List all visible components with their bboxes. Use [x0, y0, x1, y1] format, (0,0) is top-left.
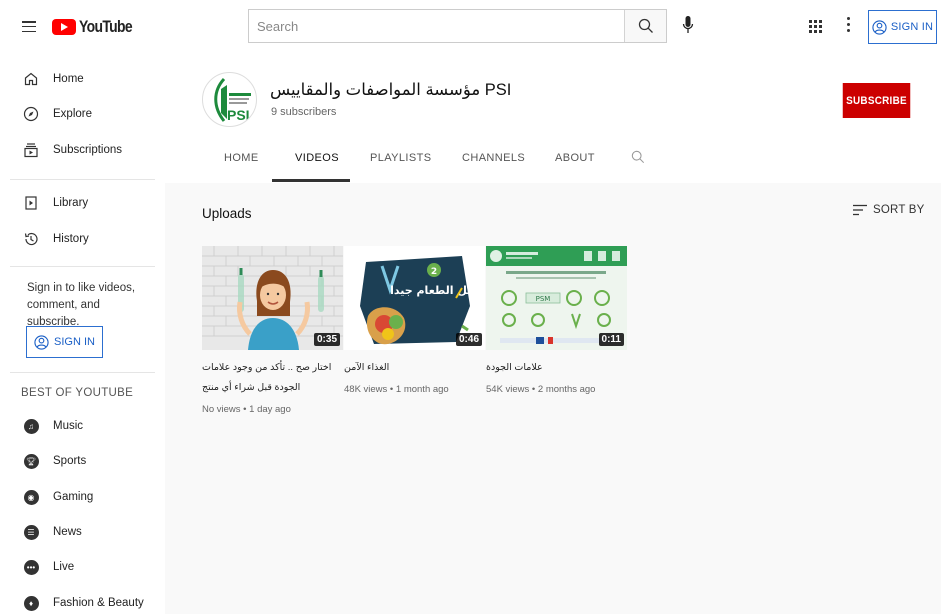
sidebar-divider [10, 179, 155, 180]
sidebar-item-label: Home [53, 73, 84, 85]
logo-text: YouTube [79, 17, 133, 36]
microphone-icon[interactable] [678, 15, 698, 37]
search-icon [638, 18, 653, 33]
sidebar-item-label: Explore [53, 108, 92, 120]
sidebar-item-label: News [53, 526, 82, 538]
avatar-text: PSI [227, 107, 250, 123]
channel-name: مؤسسة المواصفات والمقاييس PSI [270, 81, 512, 99]
fashion-icon: ♦ [23, 595, 39, 611]
sign-in-prompt: Sign in to like videos, comment, and sub… [27, 282, 136, 328]
sidebar-item-fashion-beauty[interactable]: ♦ Fashion & Beauty [0, 588, 165, 614]
active-tab-indicator [272, 179, 350, 182]
sidebar-item-sports[interactable]: 🏆︎ Sports [0, 446, 165, 476]
history-icon [22, 230, 40, 248]
video-title[interactable]: الغذاء الآمن [344, 358, 485, 378]
sidebar: Home Explore Subscriptions Library Histo… [0, 54, 165, 614]
video-duration: 0:35 [313, 333, 340, 346]
subscriber-count: 9 subscribers [271, 106, 337, 118]
sidebar-divider [10, 266, 155, 267]
subscribe-button[interactable]: SUBSCRIBE [842, 83, 911, 118]
more-options-icon[interactable] [845, 17, 851, 35]
thumbnail-text: PSM [536, 295, 551, 303]
tab-channels[interactable]: CHANNELS [462, 152, 525, 164]
video-title[interactable]: علامات الجودة [486, 358, 627, 378]
sports-icon: 🏆︎ [23, 453, 39, 469]
youtube-play-icon [52, 19, 76, 35]
sign-in-label: SIGN IN [54, 336, 95, 348]
sign-in-label: SIGN IN [890, 21, 934, 33]
sidebar-item-library[interactable]: Library [0, 188, 165, 218]
sidebar-item-label: Gaming [53, 491, 94, 503]
sidebar-item-label: Music [53, 420, 84, 432]
tab-home[interactable]: HOME [224, 152, 259, 164]
video-thumbnail[interactable]: 2 غسل الطعام جيدا 0:46 [344, 246, 485, 350]
sidebar-item-label: Subscriptions [53, 144, 123, 156]
library-icon [22, 194, 40, 212]
search-button[interactable] [624, 10, 666, 42]
sidebar-item-home[interactable]: Home [0, 64, 165, 94]
sidebar-item-label: Fashion & Beauty [53, 597, 144, 609]
music-icon: ♫ [23, 418, 39, 434]
compass-icon [22, 105, 40, 123]
sort-by-label: SORT BY [873, 204, 925, 216]
sidebar-item-history[interactable]: History [0, 224, 165, 254]
channel-header: PSI مؤسسة المواصفات والمقاييس PSI 9 subs… [165, 54, 941, 183]
youtube-logo[interactable]: YouTube [52, 17, 144, 37]
video-meta: 54K views • 2 months ago [486, 384, 596, 395]
sidebar-item-music[interactable]: ♫ Music [0, 411, 165, 441]
search-bar [248, 9, 667, 43]
sidebar-item-gaming[interactable]: ◉ Gaming [0, 482, 165, 512]
video-meta: 48K views • 1 month ago [344, 384, 449, 395]
sort-by-button[interactable]: SORT BY [853, 204, 924, 216]
sidebar-item-subscriptions[interactable]: Subscriptions [0, 135, 165, 165]
sidebar-item-live[interactable]: ••• Live [0, 552, 165, 582]
channel-search-icon[interactable] [631, 150, 645, 169]
sidebar-sign-in-button[interactable]: SIGN IN [26, 326, 103, 358]
video-duration: 0:46 [455, 333, 482, 346]
video-thumbnail[interactable]: PSM 0:11 [486, 246, 627, 350]
video-card[interactable]: 0:35 اختار صح .. تأكد من وجود علامات الج… [202, 246, 343, 415]
account-icon [872, 19, 887, 35]
best-of-youtube-heading: BEST OF YOUTUBE [21, 387, 134, 399]
channel-avatar[interactable]: PSI [202, 72, 257, 127]
live-icon: ••• [23, 559, 39, 575]
video-card[interactable]: 2 غسل الطعام جيدا 0:46 الغذاء الآمن 48K … [344, 246, 485, 395]
sidebar-item-explore[interactable]: Explore [0, 99, 165, 129]
thumbnail-text: غسل الطعام جيدا [390, 284, 485, 297]
sidebar-item-label: History [53, 233, 89, 245]
uploads-heading: Uploads [202, 206, 252, 221]
svg-text:2: 2 [431, 267, 437, 277]
sidebar-item-news[interactable]: ☰ News [0, 517, 165, 547]
subscriptions-icon [22, 141, 40, 159]
sidebar-item-label: Library [53, 197, 89, 209]
home-icon [22, 70, 40, 88]
tab-about[interactable]: ABOUT [555, 152, 595, 164]
video-card[interactable]: PSM 0:11 علامات الجودة 54K views • 2 mon… [486, 246, 627, 395]
sidebar-divider [10, 372, 155, 373]
search-input[interactable] [249, 10, 624, 42]
apps-grid-icon[interactable] [809, 20, 823, 34]
sidebar-item-label: Sports [53, 455, 87, 467]
video-meta: No views • 1 day ago [202, 404, 291, 415]
sign-in-button[interactable]: SIGN IN [868, 10, 937, 44]
sort-icon [853, 204, 867, 216]
top-bar: YouTube SIGN IN [0, 0, 941, 54]
gaming-icon: ◉ [23, 489, 39, 505]
video-duration: 0:11 [598, 333, 624, 346]
tab-playlists[interactable]: PLAYLISTS [370, 152, 431, 164]
video-title[interactable]: اختار صح .. تأكد من وجود علامات الجودة ق… [202, 358, 343, 398]
account-icon [34, 334, 49, 350]
menu-icon[interactable] [22, 21, 36, 33]
tab-videos[interactable]: VIDEOS [295, 152, 339, 164]
video-thumbnail[interactable]: 0:35 [202, 246, 343, 350]
news-icon: ☰ [23, 524, 39, 540]
sidebar-item-label: Live [53, 561, 75, 573]
